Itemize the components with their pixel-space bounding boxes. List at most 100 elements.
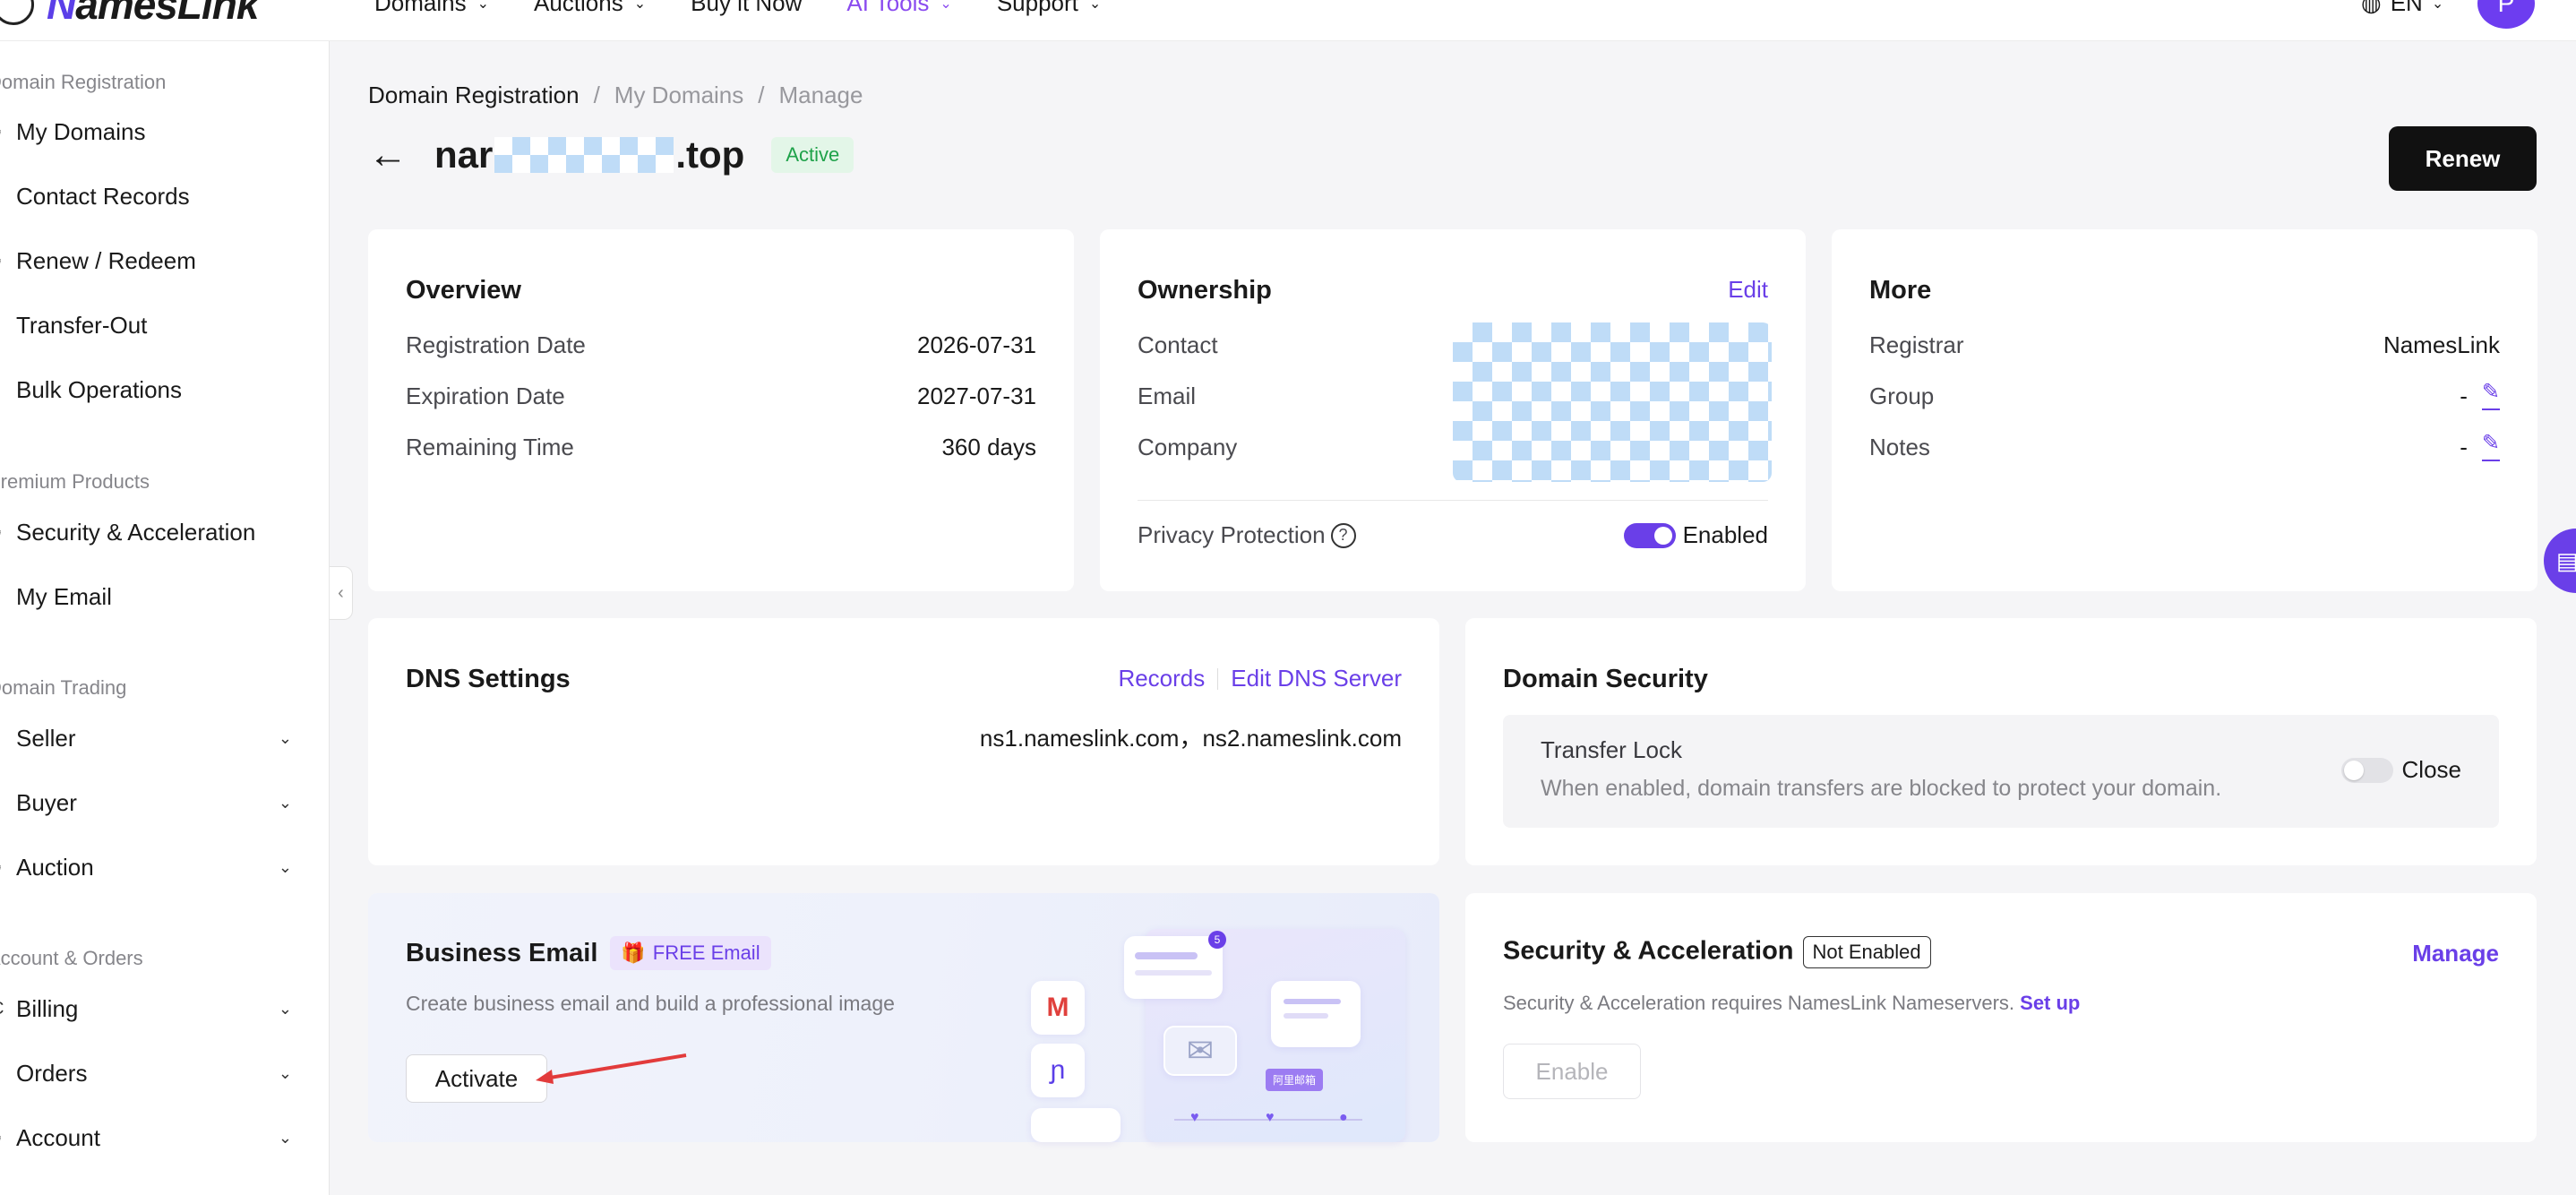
nav-ai-tools[interactable]: AI Tools ⌄ xyxy=(846,0,951,17)
overview-card: Overview Registration Date 2026-07-31 Exp… xyxy=(368,229,1074,591)
chevron-down-icon: ⌄ xyxy=(278,1000,292,1018)
sidebar-item-contact-records[interactable]: ▯Contact Records xyxy=(0,183,292,211)
sidebar-item-security-acceleration[interactable]: ◌Security & Acceleration xyxy=(0,519,292,546)
dot-icon: ● xyxy=(1339,1110,1348,1125)
nav-buy-it-now[interactable]: Buy it Now xyxy=(691,0,802,17)
buyer-icon: ▯ xyxy=(0,792,4,814)
breadcrumb-domain-registration[interactable]: Domain Registration xyxy=(368,82,580,109)
back-arrow-icon[interactable]: ← xyxy=(368,133,408,177)
seller-icon: ▯ xyxy=(0,727,4,750)
chat-line xyxy=(1284,999,1341,1004)
kv-row: Registrar NamesLink xyxy=(1869,331,2500,358)
edit-dns-server-link[interactable]: Edit DNS Server xyxy=(1231,665,1402,692)
card-title: Security & Acceleration Not Enabled xyxy=(1503,936,1931,968)
breadcrumb-my-domains[interactable]: My Domains xyxy=(614,82,743,109)
kv-row: Remaining Time 360 days xyxy=(406,434,1036,460)
edit-ownership-link[interactable]: Edit xyxy=(1728,276,1768,304)
globe-icon: ◍ xyxy=(2361,0,2382,16)
edit-icon[interactable]: ✎ xyxy=(2481,382,2500,410)
free-email-badge: 🎁 FREE Email xyxy=(610,936,771,970)
collapse-sidebar-button[interactable]: ‹ xyxy=(330,566,353,620)
billing-icon: C xyxy=(0,999,4,1019)
gmail-icon: M xyxy=(1031,981,1085,1035)
chevron-down-icon: ⌄ xyxy=(278,729,292,747)
chat-card xyxy=(1271,981,1361,1047)
card-title: DNS Settings xyxy=(406,665,571,693)
transfer-lock-box: Transfer Lock When enabled, domain trans… xyxy=(1503,715,2499,828)
activate-button[interactable]: Activate xyxy=(406,1054,547,1103)
logo-badge-icon xyxy=(0,0,34,25)
message-line xyxy=(1135,952,1198,959)
divider xyxy=(1138,500,1768,501)
redacted-mask xyxy=(1453,322,1772,482)
logo-text: NamesLink xyxy=(47,0,259,28)
logo[interactable]: NamesLink xyxy=(0,0,259,29)
heart-icon: ♥ xyxy=(1190,1110,1199,1125)
sidebar-item-billing[interactable]: CBilling⌄ xyxy=(0,995,292,1023)
envelope-icon: ✉ xyxy=(1163,1026,1237,1076)
records-link[interactable]: Records xyxy=(1118,665,1205,692)
sidebar-item-my-domains[interactable]: ◌My Domains xyxy=(0,118,292,146)
transfer-lock-title: Transfer Lock xyxy=(1541,736,1682,763)
kv-row: Registration Date 2026-07-31 xyxy=(406,331,1036,358)
contact-icon: ▯ xyxy=(0,185,4,208)
privacy-protection-label: Privacy Protection? xyxy=(1138,521,1356,549)
not-enabled-badge: Not Enabled xyxy=(1802,936,1931,968)
kv-row: Notes - ✎ xyxy=(1869,431,2500,461)
divider xyxy=(1217,667,1219,690)
email-illustration: M ɲ 5 ✉ 阿里邮箱 ♥ ♥ ● xyxy=(1031,920,1425,1142)
sidebar-item-bulk-operations[interactable]: ▯Bulk Operations xyxy=(0,376,292,404)
transfer-lock-toggle[interactable] xyxy=(2340,757,2393,783)
orders-icon: ▯ xyxy=(0,1062,4,1085)
setup-link[interactable]: Set up xyxy=(2020,992,2080,1014)
breadcrumb-manage: Manage xyxy=(778,82,863,108)
nav-auctions[interactable]: Auctions ⌄ xyxy=(534,0,646,17)
dns-servers: ns1.nameslink.com，ns2.nameslink.com xyxy=(979,725,1402,752)
nav-domains[interactable]: Domains ⌄ xyxy=(374,0,489,17)
privacy-toggle[interactable] xyxy=(1623,522,1676,548)
shield-icon: ◌ xyxy=(0,522,4,543)
dns-actions: Records Edit DNS Server xyxy=(1118,665,1402,692)
chevron-left-icon: ‹ xyxy=(338,582,344,603)
sidebar-item-orders[interactable]: ▯Orders⌄ xyxy=(0,1060,292,1088)
sidebar-item-seller[interactable]: ▯Seller⌄ xyxy=(0,725,292,752)
domain-security-card: Domain Security Transfer Lock When enabl… xyxy=(1465,618,2537,865)
renew-button[interactable]: Renew xyxy=(2389,126,2537,191)
chat-support-icon[interactable]: ▤ xyxy=(2544,529,2576,593)
sidebar-item-auction[interactable]: ◌Auction⌄ xyxy=(0,854,292,881)
help-icon[interactable]: ? xyxy=(1330,522,1356,548)
sidebar-item-account[interactable]: ◌Account⌄ xyxy=(0,1124,292,1152)
language-switch[interactable]: ◍ EN ⌄ xyxy=(2361,0,2443,17)
bulk-icon: ▯ xyxy=(0,379,4,401)
red-arrow-annotation xyxy=(536,1053,687,1084)
transfer-icon: ⁝ xyxy=(0,314,4,337)
sidebar-item-transfer-out[interactable]: ⁝Transfer-Out xyxy=(0,312,292,340)
kv-row: Email xyxy=(1138,383,1197,409)
business-email-desc: Create business email and build a profes… xyxy=(406,992,895,1015)
kv-row: Company xyxy=(1138,434,1238,460)
chevron-down-icon: ⌄ xyxy=(278,858,292,876)
manage-link[interactable]: Manage xyxy=(2412,940,2499,967)
card-title: Domain Security xyxy=(1503,665,1708,693)
card-title: Business Email 🎁 FREE Email xyxy=(406,936,771,970)
chevron-down-icon: ⌄ xyxy=(278,794,292,812)
alimail-badge: 阿里邮箱 xyxy=(1266,1069,1324,1091)
nav-support[interactable]: Support ⌄ xyxy=(997,0,1101,17)
avatar[interactable]: P xyxy=(2477,0,2535,29)
globe-icon: ◌ xyxy=(0,122,4,142)
security-acceleration-card: Security & Acceleration Not Enabled Manag… xyxy=(1465,893,2537,1142)
sidebar-group-title: Domain Trading xyxy=(0,676,127,699)
sidebar-item-renew-redeem[interactable]: ◌Renew / Redeem xyxy=(0,247,292,275)
edit-icon[interactable]: ✎ xyxy=(2481,433,2500,461)
status-badge: Active xyxy=(771,137,854,173)
sidebar-item-my-email[interactable]: ▯My Email xyxy=(0,583,292,611)
renew-icon: ◌ xyxy=(0,251,4,271)
gift-icon: 🎁 xyxy=(621,941,646,964)
sidebar-item-buyer[interactable]: ▯Buyer⌄ xyxy=(0,789,292,817)
kv-row: Expiration Date 2027-07-31 xyxy=(406,383,1036,409)
breadcrumb-separator: / xyxy=(758,82,765,108)
enable-button[interactable]: Enable xyxy=(1503,1044,1641,1099)
chevron-down-icon: ⌄ xyxy=(477,0,489,12)
mail-icon: ▯ xyxy=(0,586,4,608)
dns-settings-card: DNS Settings Records Edit DNS Server ns1… xyxy=(368,618,1439,865)
